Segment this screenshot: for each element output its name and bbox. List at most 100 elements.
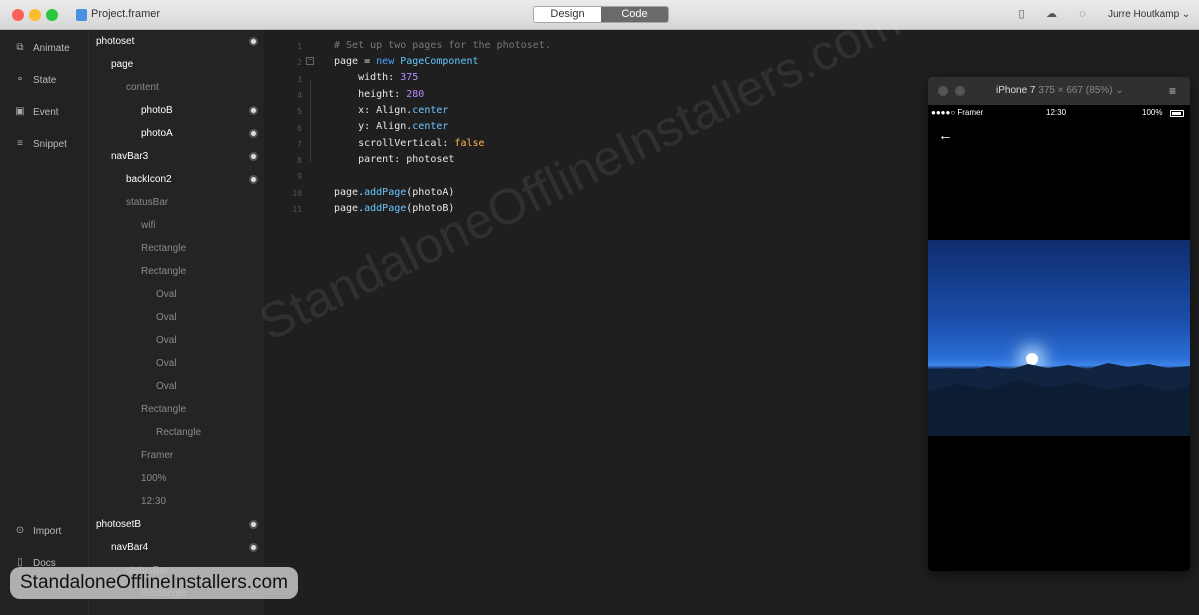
minimize-window-button[interactable]: [29, 9, 41, 21]
user-menu[interactable]: Jurre Houtkamp ⌄: [1108, 9, 1190, 20]
back-arrow-icon[interactable]: ←: [938, 127, 953, 144]
line-number: 5: [297, 107, 302, 117]
state-button[interactable]: ⚬ State: [14, 74, 57, 86]
code-token: PageComponent: [394, 56, 479, 67]
left-toolbar: ⧉ Animate ⚬ State ▣ Event ≡ Snippet ⊙ Import …: [0, 30, 89, 615]
indent-guide: [310, 80, 311, 162]
code-line-10[interactable]: page.addPage(photoA): [334, 187, 454, 198]
line-number: 10: [292, 188, 302, 198]
device-preview-header: iPhone 7 375 × 667 (85%) ⌄ ≡: [928, 77, 1190, 105]
layer-item[interactable]: 100%: [141, 472, 167, 486]
user-name: Jurre Houtkamp: [1108, 9, 1180, 20]
layer-target-icon[interactable]: [249, 152, 258, 161]
layer-item[interactable]: page: [111, 58, 133, 72]
preview-close-button[interactable]: [938, 86, 948, 96]
code-line-3[interactable]: width: 375: [334, 72, 418, 83]
layer-item[interactable]: 12:30: [141, 495, 166, 509]
status-carrier: ●●●●○ Framer: [931, 108, 984, 117]
line-number: 4: [297, 90, 302, 100]
tab-design[interactable]: Design: [534, 7, 601, 22]
code-line-1[interactable]: # Set up two pages for the photoset.: [334, 40, 551, 51]
line-number: 1: [297, 42, 302, 51]
layer-target-icon[interactable]: [249, 543, 258, 552]
chevron-down-icon: ⌄: [1115, 85, 1124, 96]
code-line-6[interactable]: y: Align.center: [334, 121, 448, 132]
layer-item[interactable]: Rectangle: [141, 242, 186, 256]
photo-page[interactable]: [928, 240, 1190, 436]
code-token: (photoA): [406, 187, 455, 198]
layer-item[interactable]: backIcon2: [126, 173, 172, 187]
animate-button[interactable]: ⧉ Animate: [14, 42, 70, 54]
hamburger-menu-icon[interactable]: ≡: [1169, 84, 1176, 98]
feedback-icon[interactable]: ◌: [1076, 8, 1089, 21]
code-token: x: Align.: [334, 105, 413, 116]
cloud-share-icon[interactable]: ☁: [1045, 8, 1058, 21]
code-token: page =: [334, 56, 377, 67]
layer-item[interactable]: Oval: [156, 334, 177, 348]
code-line-4[interactable]: height: 280: [334, 89, 424, 100]
code-token: addPage: [364, 203, 407, 214]
import-button[interactable]: ⊙ Import: [14, 525, 62, 537]
device-screen[interactable]: ●●●●○ Framer 12:30 100% ←: [928, 105, 1190, 571]
title-bar: Project.framer Design Code ▯ ☁ ◌ Jurre H…: [0, 0, 1199, 30]
mountain-silhouette: [928, 363, 1190, 436]
layer-item[interactable]: navBar3: [111, 150, 148, 164]
mirror-device-icon[interactable]: ▯: [1015, 8, 1028, 21]
layer-item[interactable]: Oval: [156, 288, 177, 302]
device-preview: iPhone 7 375 × 667 (85%) ⌄ ≡ ●●●●○ Frame…: [928, 77, 1190, 571]
state-label: State: [33, 74, 57, 86]
code-token: false: [454, 138, 485, 149]
code-token: addPage: [364, 187, 407, 198]
layers-panel: photoset page content photoB photoA navBar3 ba…: [89, 30, 264, 615]
layer-target-icon[interactable]: [249, 37, 258, 46]
code-line-7[interactable]: scrollVertical: false: [334, 138, 485, 149]
code-token: 280: [406, 89, 425, 100]
tab-code[interactable]: Code: [601, 7, 668, 22]
layer-target-icon[interactable]: [249, 106, 258, 115]
line-number: 6: [297, 123, 302, 133]
code-token: height:: [334, 89, 407, 100]
code-token: center: [412, 121, 449, 132]
watermark-badge: StandaloneOfflineInstallers.com: [10, 567, 298, 599]
maximize-window-button[interactable]: [46, 9, 58, 21]
window-title: Project.framer: [91, 8, 161, 20]
layer-item[interactable]: Framer: [141, 449, 173, 463]
layer-item[interactable]: statusBar: [126, 196, 168, 210]
device-selector[interactable]: iPhone 7 375 × 667 (85%) ⌄: [996, 85, 1124, 96]
code-token: y: Align.: [334, 121, 413, 132]
import-icon: ⊙: [15, 525, 25, 536]
code-token: 375: [400, 72, 419, 83]
layer-item[interactable]: Oval: [156, 357, 177, 371]
layer-item[interactable]: Rectangle: [141, 403, 186, 417]
animate-icon: ⧉: [16, 42, 24, 53]
layer-item[interactable]: photoA: [141, 127, 173, 141]
layer-item[interactable]: photoset: [96, 35, 134, 49]
layer-target-icon[interactable]: [249, 175, 258, 184]
layer-item[interactable]: Rectangle: [156, 426, 201, 440]
layer-item[interactable]: navBar4: [111, 541, 148, 555]
event-button[interactable]: ▣ Event: [14, 106, 59, 118]
layer-item[interactable]: Rectangle: [141, 265, 186, 279]
preview-minimize-button[interactable]: [955, 86, 965, 96]
code-line-5[interactable]: x: Align.center: [334, 105, 448, 116]
device-size: 375 × 667 (85%): [1038, 85, 1113, 96]
event-label: Event: [33, 106, 59, 118]
snippet-button[interactable]: ≡ Snippet: [14, 138, 67, 150]
line-number: 2: [297, 58, 302, 68]
layer-item[interactable]: Oval: [156, 311, 177, 325]
layer-item[interactable]: wifi: [141, 219, 155, 233]
layer-item[interactable]: content: [126, 81, 159, 95]
layer-target-icon[interactable]: [249, 520, 258, 529]
code-line-2[interactable]: page = new PageComponent: [334, 56, 479, 67]
code-token: scrollVertical:: [334, 138, 455, 149]
layer-item[interactable]: photoB: [141, 104, 173, 118]
layer-item[interactable]: photosetB: [96, 518, 141, 532]
layer-item[interactable]: Oval: [156, 380, 177, 394]
code-line-8[interactable]: parent: photoset: [334, 154, 454, 165]
animate-label: Animate: [33, 42, 70, 54]
code-token: center: [412, 105, 449, 116]
close-window-button[interactable]: [12, 9, 24, 21]
layer-target-icon[interactable]: [249, 129, 258, 138]
fold-toggle-icon[interactable]: −: [306, 57, 314, 65]
event-icon: ▣: [15, 106, 25, 117]
